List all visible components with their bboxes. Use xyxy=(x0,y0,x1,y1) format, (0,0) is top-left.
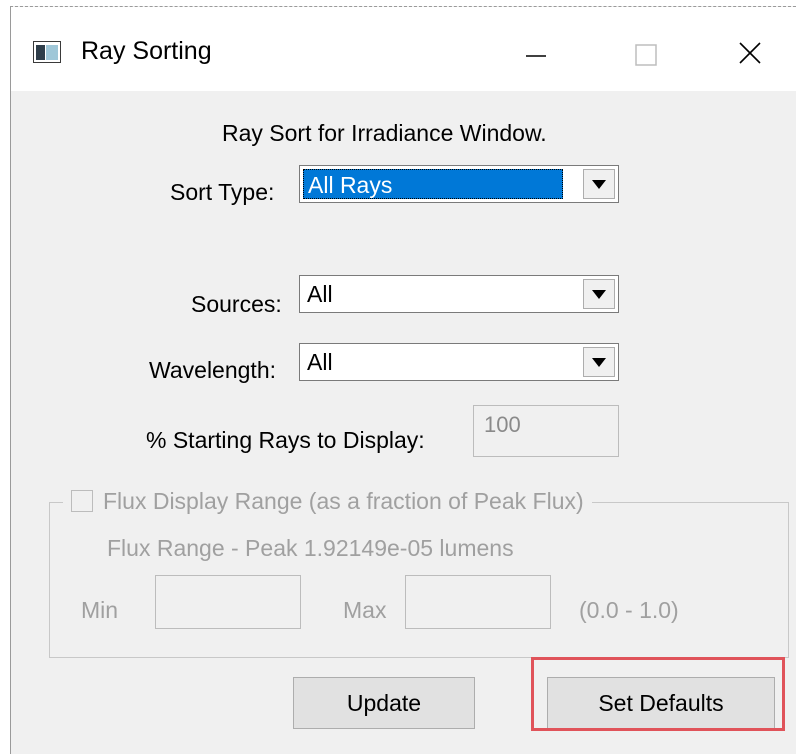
flux-display-range-label: Flux Display Range (as a fraction of Pea… xyxy=(103,487,584,514)
title-bar[interactable]: Ray Sorting xyxy=(11,7,796,91)
flux-display-range-legend: Flux Display Range (as a fraction of Pea… xyxy=(63,483,592,519)
flux-range-text: Flux Range - Peak 1.92149e-05 lumens xyxy=(107,535,514,561)
flux-display-range-checkbox[interactable] xyxy=(71,490,93,512)
sources-dropdown[interactable]: All xyxy=(299,275,619,313)
wavelength-label: Wavelength: xyxy=(149,357,276,383)
max-label: Max xyxy=(343,597,387,623)
max-input[interactable] xyxy=(405,575,551,629)
heading-text: Ray Sort for Irradiance Window. xyxy=(222,120,547,146)
sort-type-value: All Rays xyxy=(303,169,563,199)
sources-label: Sources: xyxy=(191,291,282,317)
starting-rays-input[interactable]: 100 xyxy=(473,405,619,457)
maximize-icon[interactable] xyxy=(611,25,681,81)
chevron-down-icon[interactable] xyxy=(583,279,615,309)
minimize-icon[interactable] xyxy=(501,25,571,81)
set-defaults-button[interactable]: Set Defaults xyxy=(547,677,775,729)
chevron-down-icon[interactable] xyxy=(583,347,615,377)
window-title: Ray Sorting xyxy=(81,37,212,65)
min-label: Min xyxy=(81,597,119,623)
app-window-icon xyxy=(33,41,61,63)
sort-type-label: Sort Type: xyxy=(170,179,275,205)
ray-sorting-dialog: Ray Sorting Ray Sort for Irradiance Wind… xyxy=(10,6,796,754)
sources-value: All xyxy=(307,281,333,307)
range-hint: (0.0 - 1.0) xyxy=(579,597,679,623)
sort-type-dropdown[interactable]: All Rays xyxy=(299,165,619,203)
update-button[interactable]: Update xyxy=(293,677,475,729)
starting-rays-label: % Starting Rays to Display: xyxy=(146,427,425,453)
wavelength-value: All xyxy=(307,349,333,375)
wavelength-dropdown[interactable]: All xyxy=(299,343,619,381)
min-input[interactable] xyxy=(155,575,301,629)
chevron-down-icon[interactable] xyxy=(583,169,615,199)
close-icon[interactable] xyxy=(716,25,786,81)
